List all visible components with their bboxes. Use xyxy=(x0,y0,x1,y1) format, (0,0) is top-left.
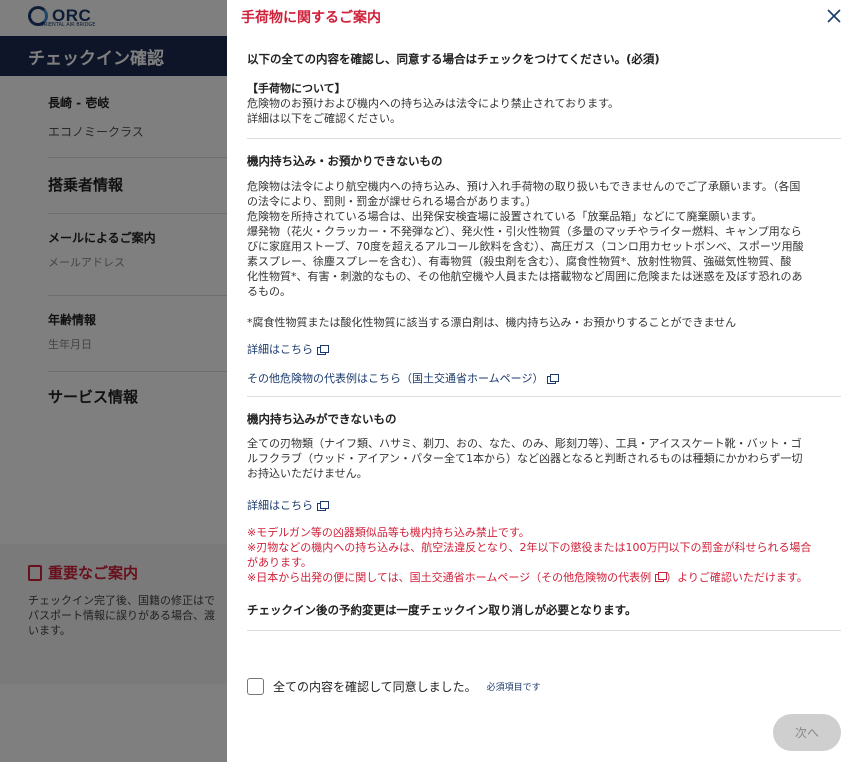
section1-line: るもの。 xyxy=(247,285,291,298)
warning-last-pre: ※日本から出発の便に関しては、国土交通省ホームページ（その他危険物の代表例 xyxy=(247,571,652,584)
section2-line: お持込いただけません。 xyxy=(247,467,368,480)
section1-detail-row: 詳細はこちら xyxy=(247,342,841,357)
warning-line: ※刃物などの機内への持ち込みは、航空法違反となり、2年以下の懲役または100万円… xyxy=(247,541,812,554)
external-link-icon xyxy=(547,374,560,384)
about-line: 詳細は以下をご確認ください。 xyxy=(247,112,401,125)
other-dangerous-goods-link-label: その他危険物の代表例はこちら（国土交通省ホームページ） xyxy=(247,372,544,385)
section2-warnings: ※モデルガン等の凶器類似品等も機内持ち込み禁止です。 ※刃物などの機内への持ち込… xyxy=(247,525,841,585)
section2-detail-link[interactable]: 詳細はこちら xyxy=(247,498,329,513)
agree-label[interactable]: 全ての内容を確認して同意しました。 xyxy=(273,678,477,695)
section2-line: 全ての刃物類（ナイフ類、ハサミ、剃刀、おの、なた、のみ、彫刻刀等）、工具・アイス… xyxy=(247,437,802,450)
close-button[interactable] xyxy=(822,4,846,28)
section1-line: びに家庭用ストーブ、70度を超えるアルコール飲料を含む）、高圧ガス（コンロ用カセ… xyxy=(247,240,804,253)
other-dangerous-row: その他危険物の代表例はこちら（国土交通省ホームページ） xyxy=(247,371,841,386)
warning-line-last: ※日本から出発の便に関しては、国土交通省ホームページ（その他危険物の代表例 ）より… xyxy=(247,570,841,585)
section1-line: 危険物を所持されている場合は、出発保安検査場に設置されている「放棄品箱」などにて… xyxy=(247,210,763,223)
other-dangerous-goods-link[interactable]: その他危険物の代表例はこちら（国土交通省ホームページ） xyxy=(247,371,560,386)
section1-line: 化性物質*、有害・刺激的なもの、その他航空機や人員または搭載物など周囲に危険また… xyxy=(247,270,803,283)
baggage-modal: 手荷物に関するご案内 以下の全ての内容を確認し、同意する場合はチェックをつけてく… xyxy=(227,0,850,762)
change-notice: チェックイン後の予約変更は一度チェックイン取り消しが必要となります。 xyxy=(247,603,637,617)
warning-line: ※モデルガン等の凶器類似品等も機内持ち込み禁止です。 xyxy=(247,526,530,539)
divider xyxy=(247,630,841,631)
section1-footnote: *腐食性物質または酸化性物質に該当する漂白剤は、機内持ち込み・お預かりすることが… xyxy=(247,316,737,329)
section2-title: 機内持ち込みができないもの xyxy=(247,412,397,426)
section2-line: ルフクラブ（ウッド・アイアン・パター全て1本から）など凶器となると判断されるもの… xyxy=(247,452,803,465)
section2-detail-link-label: 詳細はこちら xyxy=(247,499,313,512)
warning-line: があります。 xyxy=(247,556,312,569)
divider xyxy=(247,396,841,397)
external-link-icon xyxy=(317,345,329,355)
divider xyxy=(247,138,841,139)
section1-detail-link[interactable]: 詳細はこちら xyxy=(247,342,329,357)
instruction-text: 以下の全ての内容を確認し、同意する場合はチェックをつけてください。(必須) xyxy=(247,52,660,66)
warning-last-post: ）よりご確認いただけます。 xyxy=(666,571,808,584)
agree-checkbox[interactable] xyxy=(247,678,264,695)
section1-title: 機内持ち込み・お預かりできないもの xyxy=(247,154,443,168)
section1-line: 危険物は法令により航空機内への持ち込み、預け入れ手荷物の取り扱いもできませんので… xyxy=(247,180,801,193)
section1-body: 危険物は法令により航空機内への持ち込み、預け入れ手荷物の取り扱いもできませんので… xyxy=(247,179,841,299)
external-link-icon xyxy=(317,501,329,511)
modal-content: 以下の全ての内容を確認し、同意する場合はチェックをつけてください。(必須) 【手… xyxy=(247,52,841,631)
section2-detail-row: 詳細はこちら xyxy=(247,498,841,513)
section1-line: 爆発物（花火・クラッカー・不発弾など）、発火性・引火性物質（多量のマッチやライタ… xyxy=(247,225,802,238)
agree-row: 全ての内容を確認して同意しました。 必須項目です xyxy=(247,678,541,695)
close-icon xyxy=(827,9,841,23)
required-label: 必須項目です xyxy=(486,683,541,693)
about-line: 危険物のお預けおよび機内への持ち込みは法令により禁止されております。 xyxy=(247,97,620,110)
next-button[interactable]: 次へ xyxy=(773,714,841,751)
modal-title: 手荷物に関するご案内 xyxy=(241,10,381,26)
section1-detail-link-label: 詳細はこちら xyxy=(247,343,313,356)
section1-line: 素スプレー、徐塵スプレーを含む）、有毒物質（殺虫剤を含む）、腐食性物質*、放射性… xyxy=(247,255,792,268)
section1-line: の法令により、罰則・罰金が課せられる場合があります。） xyxy=(247,195,537,208)
modal-header: 手荷物に関するご案内 xyxy=(227,0,850,34)
external-link-icon[interactable] xyxy=(655,572,668,582)
about-title: 【手荷物について】 xyxy=(247,82,346,95)
section2-body: 全ての刃物類（ナイフ類、ハサミ、剃刀、おの、なた、のみ、彫刻刀等）、工具・アイス… xyxy=(247,436,841,481)
